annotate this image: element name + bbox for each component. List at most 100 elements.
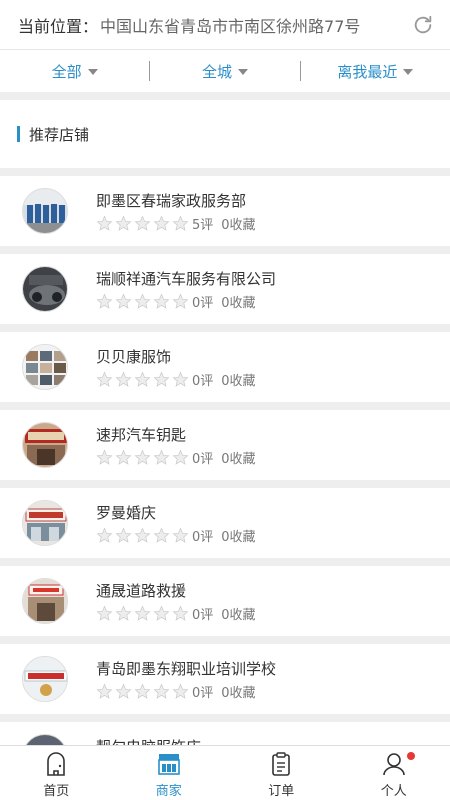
filter-bar: 全部 全城 离我最近 <box>0 50 450 92</box>
star-icon <box>96 605 113 621</box>
favorite-count: 0收藏 <box>221 451 256 467</box>
store-name: 瑞顺祥通汽车服务有限公司 <box>96 270 277 288</box>
caret-down-icon <box>238 69 248 75</box>
star-icon <box>134 449 151 465</box>
store-avatar <box>22 578 68 624</box>
store-item[interactable]: 罗曼婚庆 0评 0收藏 <box>0 488 450 558</box>
star-icon <box>172 215 189 231</box>
store-name: 青岛即墨东翔职业培训学校 <box>96 660 277 678</box>
star-icon <box>115 293 132 309</box>
tab-label: 订单 <box>268 784 295 799</box>
store-meta: 0评 0收藏 <box>96 292 256 311</box>
review-count: 5评 <box>192 217 214 233</box>
star-icon <box>96 449 113 465</box>
star-icon <box>134 527 151 543</box>
store-meta: 0评 0收藏 <box>96 526 256 545</box>
star-icon <box>115 449 132 465</box>
home-icon <box>47 752 66 776</box>
star-icon <box>153 527 170 543</box>
filter-area-label: 全城 <box>201 62 232 81</box>
star-icon <box>115 527 132 543</box>
star-icon <box>172 449 189 465</box>
bottom-tab-bar: 首页 商家 订单 个人 <box>0 745 450 800</box>
star-icon <box>115 605 132 621</box>
tab-orders[interactable]: 订单 <box>225 746 338 800</box>
store-list: 即墨区春瑞家政服务部 5评 0收藏 瑞顺祥通汽车服务有限公司 0评 0收藏 贝贝… <box>0 176 450 800</box>
star-icon <box>172 527 189 543</box>
user-icon <box>382 753 405 776</box>
store-avatar <box>22 188 68 234</box>
filter-area[interactable]: 全城 <box>150 61 299 82</box>
caret-down-icon <box>87 69 98 75</box>
star-icon <box>96 683 113 699</box>
star-icon <box>134 371 151 387</box>
tab-profile[interactable]: 个人 <box>338 746 450 800</box>
star-icon <box>96 215 113 231</box>
store-icon <box>157 754 180 775</box>
star-icon <box>172 605 189 621</box>
review-count: 0评 <box>192 373 214 389</box>
review-count: 0评 <box>192 685 214 701</box>
star-icon <box>115 371 132 387</box>
location-label: 当前位置： <box>18 16 99 36</box>
refresh-icon[interactable] <box>412 14 434 36</box>
location-address: 中国山东省青岛市市南区徐州路77号 <box>100 16 361 36</box>
store-item[interactable]: 瑞顺祥通汽车服务有限公司 0评 0收藏 <box>0 254 450 324</box>
section-accent-bar <box>17 126 20 142</box>
star-icon <box>153 605 170 621</box>
star-icon <box>134 683 151 699</box>
star-icon <box>172 371 189 387</box>
tab-stores[interactable]: 商家 <box>113 746 226 800</box>
favorite-count: 0收藏 <box>221 217 256 233</box>
store-avatar <box>22 422 68 468</box>
review-count: 0评 <box>192 295 214 311</box>
review-count: 0评 <box>192 607 214 623</box>
star-icon <box>115 683 132 699</box>
store-name: 速邦汽车钥匙 <box>96 426 187 444</box>
star-icon <box>153 215 170 231</box>
favorite-count: 0收藏 <box>221 529 256 545</box>
store-item[interactable]: 速邦汽车钥匙 0评 0收藏 <box>0 410 450 480</box>
filter-category[interactable]: 全部 <box>0 61 149 82</box>
store-meta: 0评 0收藏 <box>96 448 256 467</box>
store-meta: 0评 0收藏 <box>96 604 256 623</box>
section-header: 推荐店铺 <box>0 100 450 168</box>
store-name: 贝贝康服饰 <box>96 348 172 366</box>
star-icon <box>153 449 170 465</box>
store-meta: 0评 0收藏 <box>96 682 256 701</box>
review-count: 0评 <box>192 451 214 467</box>
star-icon <box>96 371 113 387</box>
star-icon <box>134 605 151 621</box>
tab-label: 个人 <box>380 784 407 799</box>
star-icon <box>96 293 113 309</box>
store-avatar <box>22 266 68 312</box>
location-bar: 当前位置： 中国山东省青岛市市南区徐州路77号 <box>0 0 450 50</box>
star-icon <box>153 683 170 699</box>
star-icon <box>115 215 132 231</box>
store-avatar <box>22 344 68 390</box>
order-icon <box>272 752 291 776</box>
notification-badge <box>406 752 415 760</box>
favorite-count: 0收藏 <box>221 373 256 389</box>
star-icon <box>134 293 151 309</box>
store-meta: 5评 0收藏 <box>96 214 256 233</box>
star-icon <box>153 371 170 387</box>
section-title: 推荐店铺 <box>29 125 90 144</box>
store-avatar <box>22 656 68 702</box>
store-name: 通晟道路救援 <box>96 582 187 600</box>
tab-home[interactable]: 首页 <box>0 746 113 800</box>
tab-label: 首页 <box>43 784 70 799</box>
store-avatar <box>22 500 68 546</box>
favorite-count: 0收藏 <box>221 295 256 311</box>
star-icon <box>153 293 170 309</box>
store-item[interactable]: 青岛即墨东翔职业培训学校 0评 0收藏 <box>0 644 450 714</box>
favorite-count: 0收藏 <box>221 607 256 623</box>
store-item[interactable]: 即墨区春瑞家政服务部 5评 0收藏 <box>0 176 450 246</box>
filter-category-label: 全部 <box>51 62 82 81</box>
filter-sort-label: 离我最近 <box>337 62 398 81</box>
star-icon <box>96 527 113 543</box>
store-item[interactable]: 贝贝康服饰 0评 0收藏 <box>0 332 450 402</box>
star-icon <box>134 215 151 231</box>
filter-sort[interactable]: 离我最近 <box>301 61 450 82</box>
store-item[interactable]: 通晟道路救援 0评 0收藏 <box>0 566 450 636</box>
